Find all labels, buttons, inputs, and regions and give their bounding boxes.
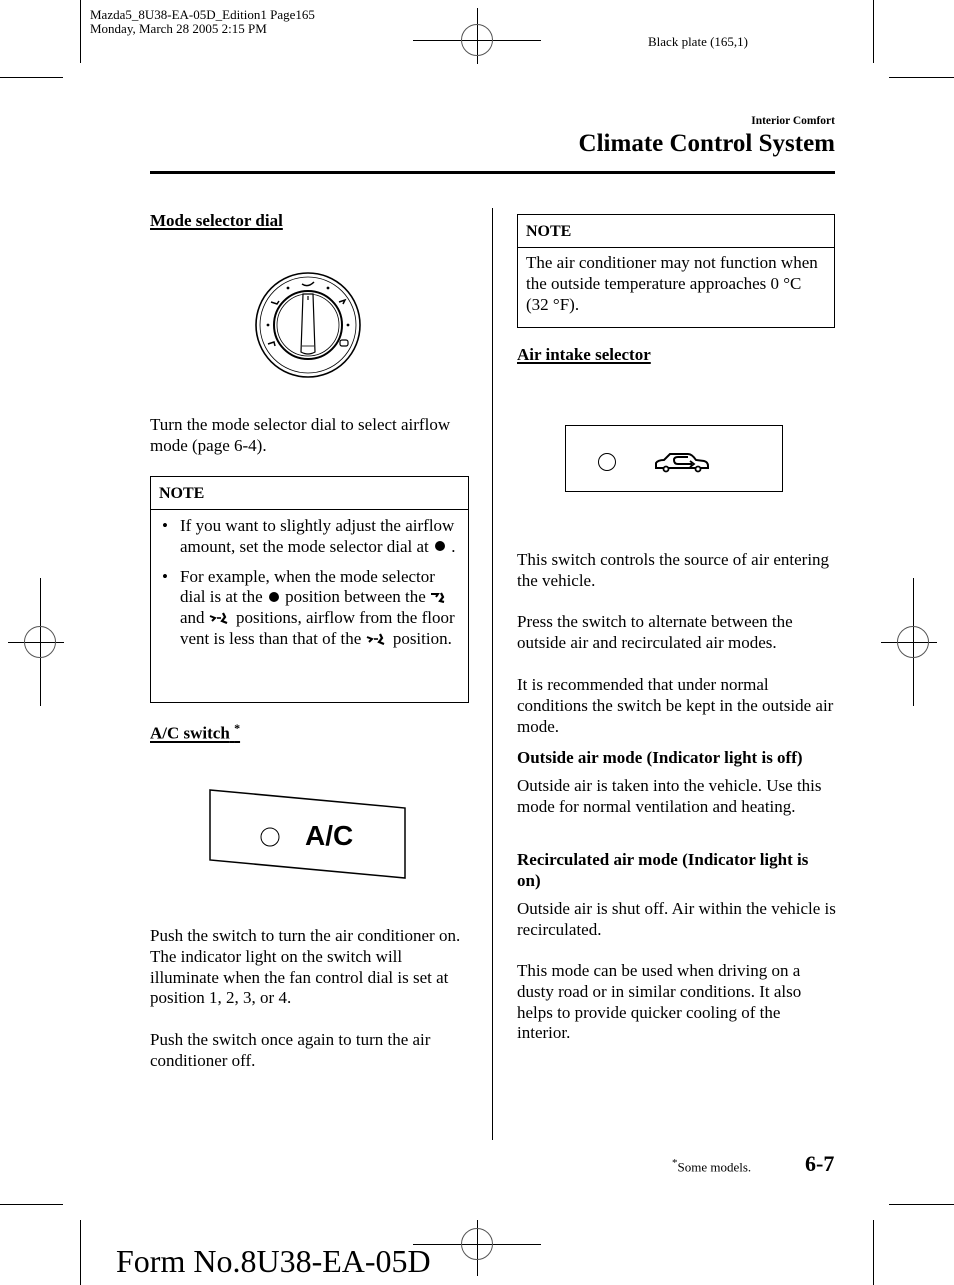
crop-mark	[0, 77, 63, 78]
mode-selector-text: Turn the mode selector dial to select ai…	[150, 415, 451, 455]
mode-selector-dial-icon	[255, 272, 361, 378]
black-plate-label: Black plate (165,1)	[648, 34, 748, 49]
dot-position-icon	[268, 591, 279, 602]
note-item2-part2: position between the	[285, 587, 426, 607]
outside-air-mode-heading: Outside air mode (Indicator light is off…	[517, 748, 803, 767]
registration-circle-icon	[461, 24, 493, 56]
crop-mark	[873, 1220, 874, 1285]
note-title: NOTE	[151, 477, 468, 510]
air-intake-switch	[565, 425, 783, 492]
bullet: •	[162, 516, 168, 535]
note-list-item: • For example, when the mode selector di…	[159, 567, 460, 650]
bullet: •	[162, 566, 168, 586]
note-box-ac: NOTE The air conditioner may not functio…	[517, 214, 835, 328]
note-box-mode-selector: NOTE • If you want to slightly adjust th…	[150, 476, 469, 703]
recirculated-air-mode-heading: Recirculated air mode (Indicator light i…	[517, 850, 809, 890]
crop-mark	[889, 1204, 954, 1205]
print-meta-line1: Mazda5_8U38-EA-05D_Edition1 Page165	[90, 7, 315, 22]
registration-circle-icon	[461, 1228, 493, 1260]
print-meta: Mazda5_8U38-EA-05D_Edition1 Page165 Mond…	[90, 8, 315, 36]
section-label: Interior Comfort	[751, 115, 835, 127]
page-number: 6-7	[805, 1151, 835, 1176]
air-intake-heading: Air intake selector	[517, 345, 651, 364]
print-meta-line2: Monday, March 28 2005 2:15 PM	[90, 21, 267, 36]
dot-position-icon	[435, 541, 446, 552]
registration-circle-icon	[897, 626, 929, 658]
ac-switch-para2: Push the switch once again to turn the a…	[150, 1030, 431, 1070]
crop-mark	[80, 0, 81, 63]
header-rule	[150, 171, 835, 174]
ac-switch-para1: Push the switch to turn the air conditio…	[150, 926, 461, 1008]
note-item2-part3: and	[180, 608, 205, 628]
column-divider	[492, 208, 493, 1140]
outside-air-mode-text: Outside air is taken into the vehicle. U…	[517, 776, 822, 816]
note-text: The air conditioner may not function whe…	[526, 253, 818, 314]
face-floor-vent-icon	[431, 592, 445, 603]
floor-vent-icon	[209, 612, 228, 624]
ac-switch-heading: A/C switch *	[150, 721, 240, 744]
form-number: Form No.8U38-EA-05D	[116, 1243, 431, 1279]
footnote: *Some models.	[672, 1157, 751, 1175]
floor-vent-icon	[366, 633, 384, 645]
note-list-item: • If you want to slightly adjust the air…	[159, 516, 460, 558]
ac-switch-label: A/C	[305, 820, 354, 851]
crop-mark	[0, 1204, 63, 1205]
crop-mark	[80, 1220, 81, 1285]
note-item1-end: .	[451, 536, 456, 556]
recirculated-air-mode-text2: This mode can be used when driving on a …	[517, 961, 802, 1043]
air-intake-para2: Press the switch to alternate between th…	[517, 612, 793, 652]
note-item2-part5: position.	[392, 628, 452, 648]
footnote-text: Some models.	[677, 1159, 752, 1175]
some-models-asterisk: *	[234, 721, 241, 735]
indicator-light-icon	[598, 453, 616, 471]
note-item1-text: If you want to slightly adjust the airfl…	[180, 516, 455, 556]
page-title: Climate Control System	[578, 130, 835, 157]
crop-mark	[873, 0, 874, 63]
air-intake-para3: It is recommended that under normal cond…	[517, 675, 834, 736]
note-title: NOTE	[518, 215, 834, 248]
mode-selector-heading: Mode selector dial	[150, 211, 283, 230]
recirculation-car-icon	[655, 453, 709, 473]
ac-switch-heading-text: A/C switch	[150, 723, 230, 743]
recirculated-air-mode-text: Outside air is shut off. Air within the …	[517, 899, 836, 939]
registration-circle-icon	[24, 626, 56, 658]
crop-mark	[889, 77, 954, 78]
air-intake-para1: This switch controls the source of air e…	[517, 550, 830, 590]
